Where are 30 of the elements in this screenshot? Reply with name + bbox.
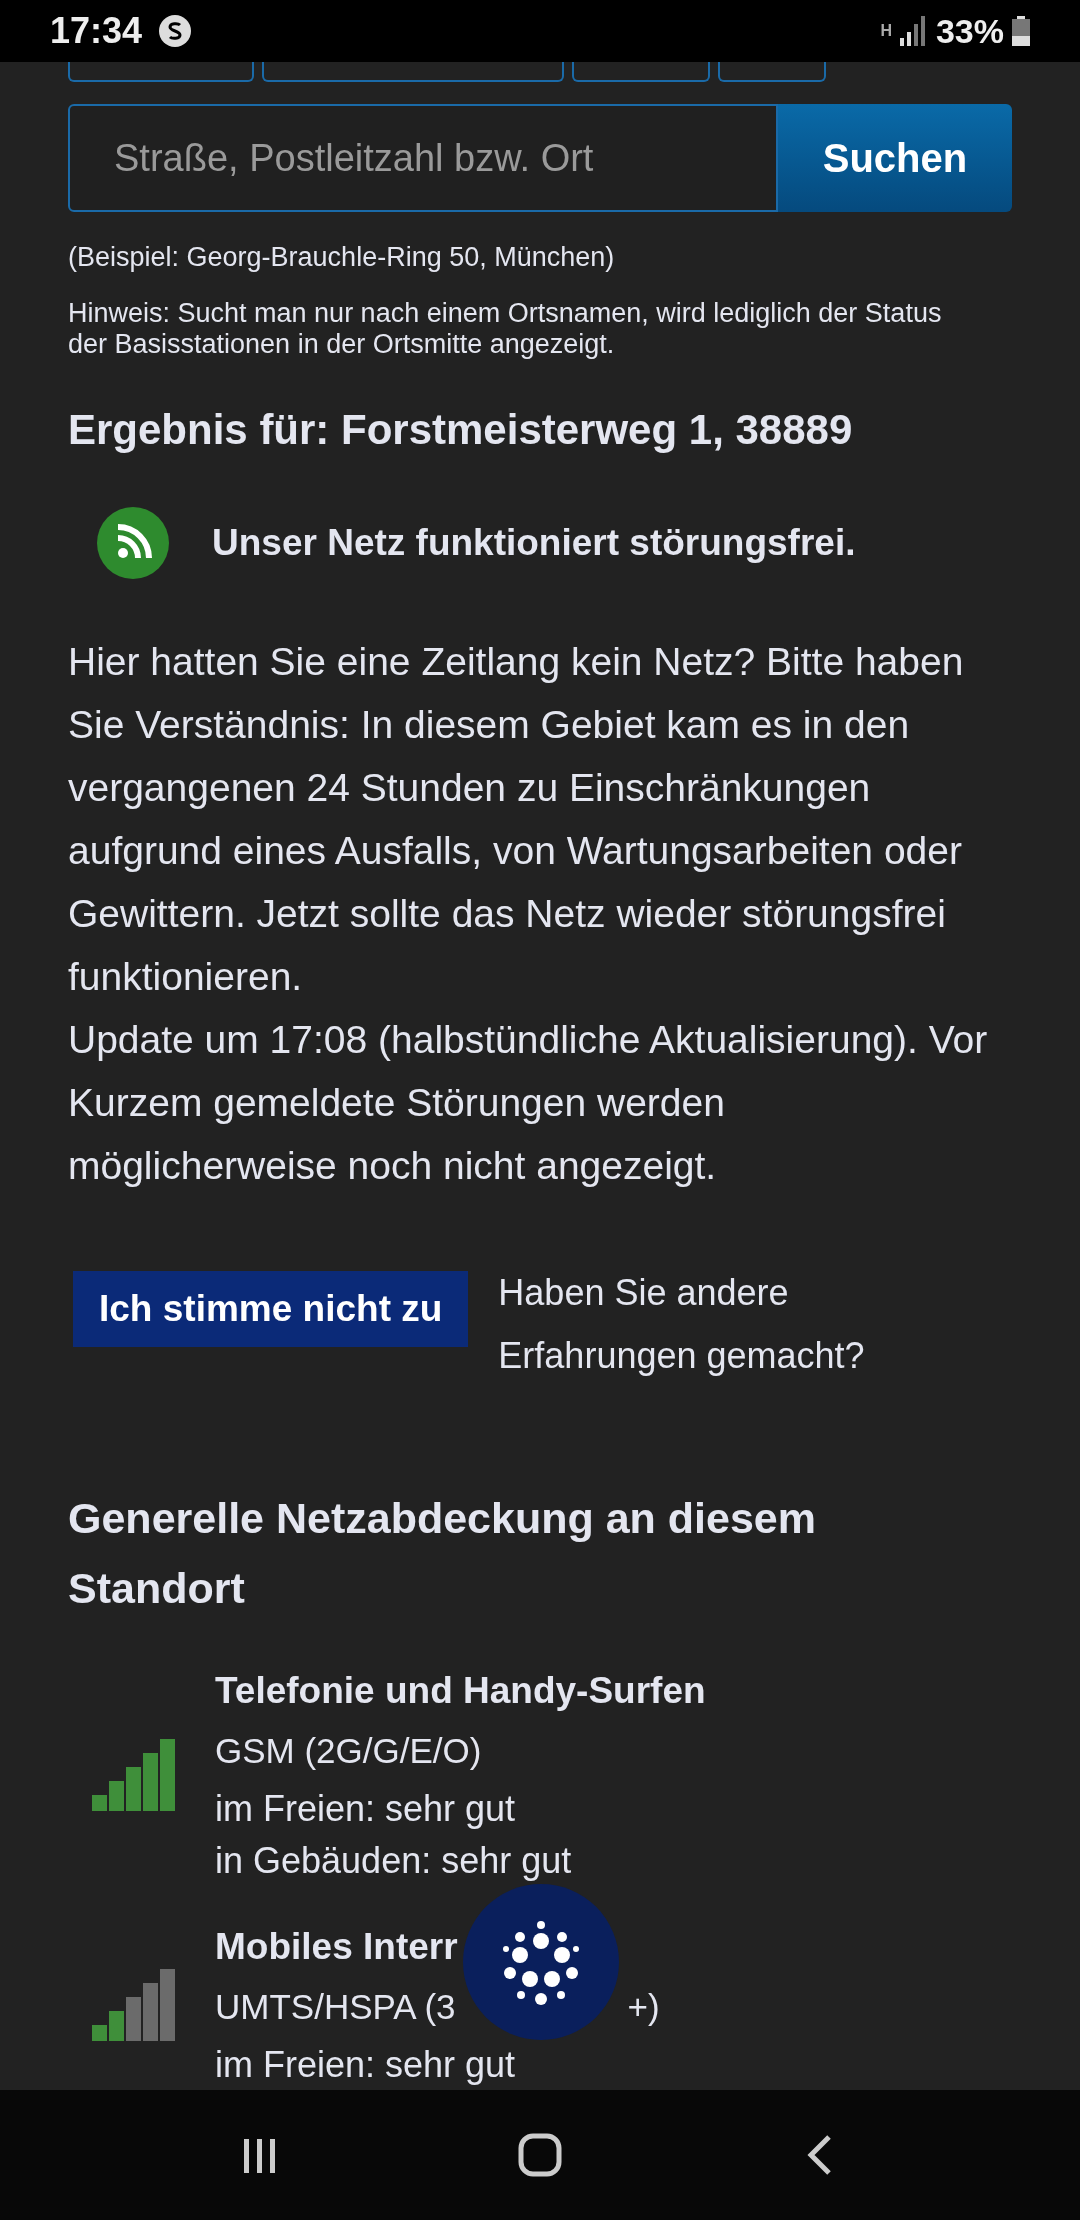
- feedback-question: Haben Sie andere Erfahrungen gemacht?: [498, 1271, 866, 1378]
- app-notification-icon: [158, 14, 193, 48]
- search-field[interactable]: Straße, Postleitzahl bzw. Ort: [68, 104, 778, 212]
- service-title: Mobiles Interr: [215, 1925, 458, 1969]
- coverage-rating: im Freien: sehr gut: [215, 2043, 516, 2087]
- technology-label: GSM (2G/G/E/O): [215, 1730, 482, 1772]
- battery-percentage: 33%: [935, 10, 1004, 52]
- home-icon: [518, 2133, 562, 2177]
- info-paragraph: Hier hatten Sie eine Zeitlang kein Netz? Bitte haben Sie Verständnis: In diesem Gebiet kam es in den vergangenen 24 Stunden zu Einschränkungen aufgrund eines Ausfalls, von Wartungsarbeiten oder Gewittern. Jetzt sollte das Netz wieder störungsfrei funktionieren.: [68, 639, 965, 1000]
- coverage-rating: im Freien: sehr gut: [215, 1787, 516, 1831]
- network-type: H: [880, 23, 892, 39]
- filter-tab[interactable]: [68, 62, 254, 82]
- technology-label: UMTS/HSPA (3: [215, 1986, 456, 2028]
- search-button[interactable]: Suchen: [778, 104, 1012, 212]
- disagree-button[interactable]: Ich stimme nicht zu: [73, 1271, 469, 1347]
- filter-tab[interactable]: [718, 62, 826, 82]
- hint-text: Hinweis: Sucht man nur nach einem Ortsnamen, wird lediglich der Status der Basisstationen in der Ortsmitte angezeigt.: [68, 298, 943, 360]
- status-message: Unser Netz funktioniert störungsfrei.: [212, 521, 856, 566]
- info-paragraph: Update um 17:08 (halbstündliche Aktualisierung). Vor Kurzem gemeldete Störungen werden möglicherweise noch nicht angezeigt.: [68, 1017, 989, 1189]
- service-title: Telefonie und Handy-Surfen: [215, 1669, 706, 1713]
- cellular-signal-icon: [899, 16, 928, 46]
- filter-tab[interactable]: [572, 62, 710, 82]
- technology-label: +): [627, 1986, 660, 2028]
- example-text: (Beispiel: Georg-Brauchle-Ring 50, München): [68, 241, 616, 274]
- result-heading: Ergebnis für: Forstmeisterweg 1, 38889: [68, 405, 854, 455]
- coverage-rating: in Gebäuden: sehr gut: [215, 1839, 572, 1883]
- clock: 17:34: [50, 9, 143, 53]
- battery-icon: [1012, 16, 1030, 46]
- coverage-heading: Generelle Netzabdeckung an diesem Standort: [68, 1493, 817, 1614]
- filter-tab[interactable]: [262, 62, 564, 82]
